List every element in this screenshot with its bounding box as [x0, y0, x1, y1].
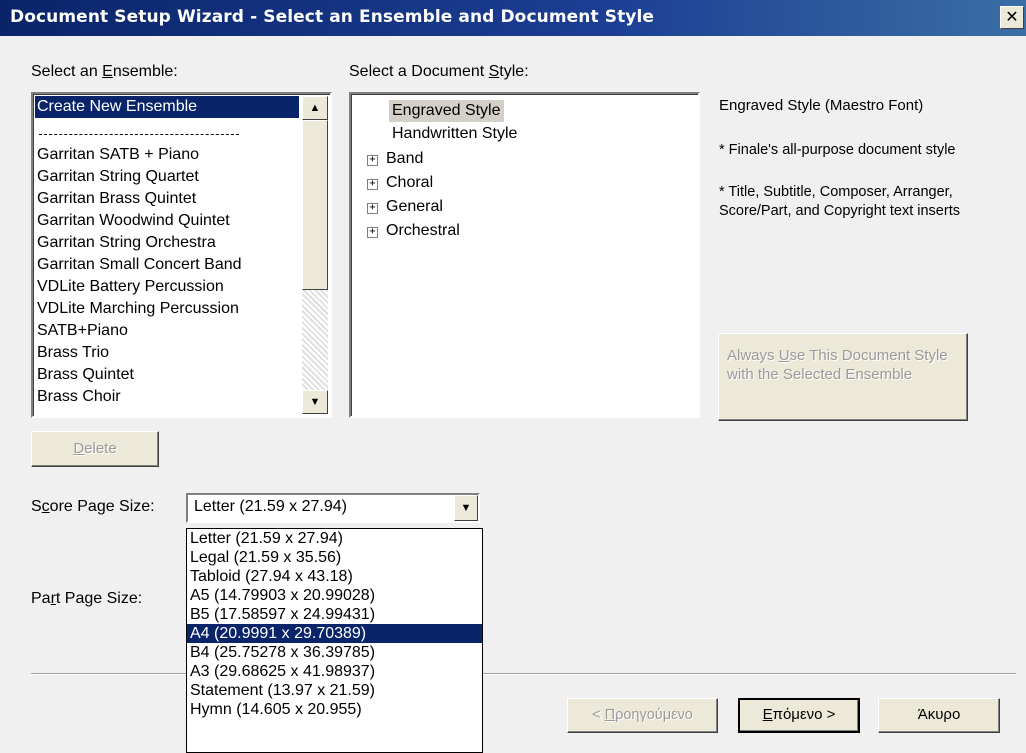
page-size-option[interactable]: Hymn (14.605 x 20.955) — [187, 700, 482, 719]
page-size-option[interactable]: A5 (14.79903 x 20.99028) — [187, 586, 482, 605]
page-size-option[interactable]: A3 (29.68625 x 41.98937) — [187, 662, 482, 681]
scroll-down-icon[interactable]: ▼ — [302, 390, 328, 414]
page-size-option[interactable]: Tabloid (27.94 x 43.18) — [187, 567, 482, 586]
expand-icon[interactable]: + — [367, 155, 378, 166]
style-label: Select a Document Style: — [349, 63, 529, 80]
style-node-orchestral[interactable]: + Orchestral — [367, 220, 460, 242]
ensemble-item[interactable]: Garritan String Quartet — [37, 166, 199, 188]
style-description-line: * Finale's all-purpose document style — [719, 142, 956, 158]
score-page-size-select[interactable]: Letter (21.59 x 27.94) ▼ — [186, 493, 480, 523]
score-page-size-dropdown[interactable]: Letter (21.59 x 27.94) Legal (21.59 x 35… — [186, 528, 483, 753]
ensemble-item[interactable]: Garritan Small Concert Band — [37, 254, 242, 276]
delete-button[interactable]: Delete — [31, 431, 159, 467]
style-node-choral[interactable]: + Choral — [367, 172, 433, 194]
style-node[interactable]: Handwritten Style — [392, 123, 517, 145]
ensemble-item[interactable]: Brass Choir — [37, 386, 121, 408]
ensemble-item[interactable]: VDLite Battery Percussion — [37, 276, 224, 298]
chevron-down-icon[interactable]: ▼ — [454, 495, 478, 521]
ensemble-label: Select an Ensemble: — [31, 63, 178, 80]
page-size-option[interactable]: Statement (13.97 x 21.59) — [187, 681, 482, 700]
expand-icon[interactable]: + — [367, 179, 378, 190]
document-style-tree[interactable]: Engraved Style Handwritten Style + Band +… — [349, 92, 700, 418]
divider — [31, 673, 1016, 675]
ensemble-item[interactable]: Garritan Brass Quintet — [37, 188, 196, 210]
ensemble-item[interactable]: SATB+Piano — [37, 320, 128, 342]
expand-icon[interactable]: + — [367, 203, 378, 214]
ensemble-item[interactable]: Garritan Woodwind Quintet — [37, 210, 230, 232]
page-size-option[interactable]: Legal (21.59 x 35.56) — [187, 548, 482, 567]
scroll-thumb[interactable] — [302, 120, 328, 290]
always-use-style-button[interactable]: Always Use This Document Style with the … — [718, 333, 968, 421]
expand-icon[interactable]: + — [367, 227, 378, 238]
ensemble-item[interactable]: Garritan SATB + Piano — [37, 144, 199, 166]
style-node-band[interactable]: + Band — [367, 148, 423, 170]
page-size-option[interactable]: B4 (25.75278 x 36.39785) — [187, 643, 482, 662]
page-size-option-highlighted[interactable]: A4 (20.9991 x 29.70389) — [187, 624, 482, 643]
ensemble-item[interactable]: Create New Ensemble — [35, 96, 299, 118]
page-size-option[interactable]: Letter (21.59 x 27.94) — [187, 529, 482, 548]
score-page-size-label: Score Page Size: — [31, 498, 155, 515]
list-separator — [39, 134, 239, 135]
scroll-up-icon[interactable]: ▲ — [302, 96, 328, 120]
cancel-button[interactable]: Άκυρο — [878, 698, 1000, 733]
ensemble-listbox[interactable]: Create New Ensemble Garritan SATB + Pian… — [31, 92, 332, 418]
ensemble-item[interactable]: Brass Trio — [37, 342, 109, 364]
title-bar[interactable]: Document Setup Wizard - Select an Ensemb… — [0, 0, 1026, 36]
window-title: Document Setup Wizard - Select an Ensemb… — [10, 7, 655, 27]
ensemble-scrollbar[interactable]: ▲ ▼ — [302, 96, 328, 414]
score-page-size-value: Letter (21.59 x 27.94) — [194, 498, 347, 515]
style-node-general[interactable]: + General — [367, 196, 443, 218]
next-button[interactable]: Επόμενο > — [738, 698, 860, 733]
part-page-size-label: Part Page Size: — [31, 590, 143, 607]
back-button[interactable]: < Προηγούμενο — [567, 698, 718, 733]
style-description-title: Engraved Style (Maestro Font) — [719, 97, 924, 114]
ensemble-item[interactable]: Brass Quintet — [37, 364, 134, 386]
style-description-line: * Title, Subtitle, Composer, Arranger, S… — [719, 184, 960, 219]
ensemble-item[interactable]: Garritan String Orchestra — [37, 232, 216, 254]
ensemble-item[interactable]: VDLite Marching Percussion — [37, 298, 239, 320]
close-button[interactable]: ✕ — [1000, 6, 1024, 29]
page-size-option[interactable]: B5 (17.58597 x 24.99431) — [187, 605, 482, 624]
style-node[interactable]: Engraved Style — [389, 100, 504, 122]
